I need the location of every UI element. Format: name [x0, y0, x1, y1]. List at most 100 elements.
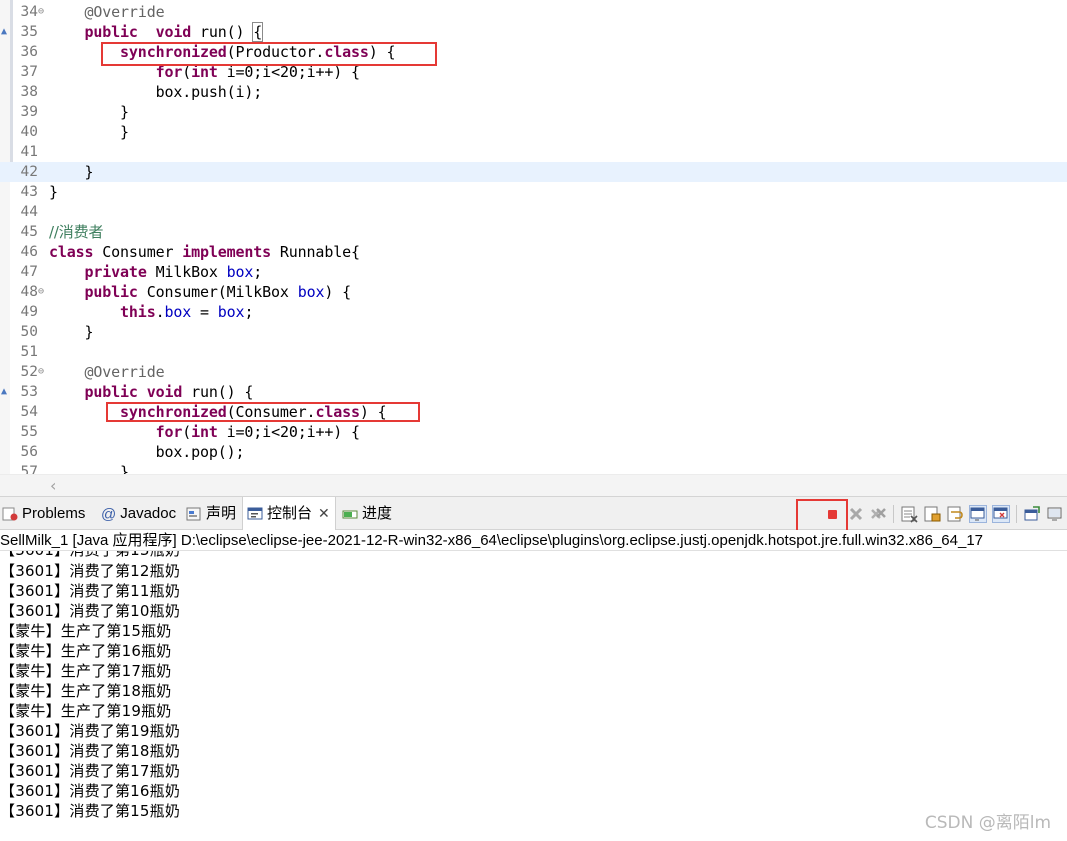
- pin-console-button[interactable]: [1023, 505, 1041, 523]
- code-line[interactable]: 42 }: [0, 162, 1067, 182]
- line-number: 49: [20, 304, 38, 320]
- console-line: 【3601】消费了第12瓶奶: [0, 562, 181, 580]
- console-line: 【蒙牛】生产了第18瓶奶: [0, 682, 172, 700]
- console-line: 【蒙牛】生产了第15瓶奶: [0, 622, 172, 640]
- tab-progress[interactable]: 进度: [342, 497, 392, 530]
- code-line[interactable]: 57 }: [0, 462, 1067, 474]
- code-line[interactable]: 40 }: [0, 122, 1067, 142]
- tab-javadoc[interactable]: @ Javadoc: [101, 497, 176, 530]
- code-line[interactable]: 53 ▲ public void run() {: [0, 382, 1067, 402]
- tab-label: Javadoc: [120, 505, 177, 522]
- code-line[interactable]: 50 }: [0, 322, 1067, 342]
- console-stdout-icon: [970, 507, 985, 521]
- remove-launch-button[interactable]: [847, 505, 865, 523]
- code-editor[interactable]: 34 ⊖ @Override 35 ▲ public void run() {36 s…: [0, 0, 1067, 474]
- code-text: }: [49, 183, 58, 201]
- code-line[interactable]: 41: [0, 142, 1067, 162]
- remove-all-terminated-button[interactable]: [869, 505, 887, 523]
- line-number: 39: [20, 104, 38, 120]
- line-number: 51: [20, 344, 38, 360]
- line-number: 40: [20, 124, 38, 140]
- line-number: 43: [20, 184, 38, 200]
- console-stderr-icon: [993, 507, 1008, 519]
- console-output[interactable]: SellMilk_1 [Java 应用程序] D:\eclipse\eclips…: [0, 530, 1067, 841]
- code-line[interactable]: 34 ⊖ @Override: [0, 2, 1067, 22]
- code-line[interactable]: 49 this.box = box;: [0, 302, 1067, 322]
- scroll-lock-button[interactable]: [923, 505, 941, 523]
- code-line[interactable]: 47 private MilkBox box;: [0, 262, 1067, 282]
- code-line[interactable]: 55 for(int i=0;i<20;i++) {: [0, 422, 1067, 442]
- remove-icon: [849, 507, 863, 521]
- code-line[interactable]: 52 ⊖ @Override: [0, 362, 1067, 382]
- line-number: 35: [20, 24, 38, 40]
- code-line[interactable]: 37 for(int i=0;i<20;i++) {: [0, 62, 1067, 82]
- horizontal-scrollbar[interactable]: ‹: [0, 474, 1067, 496]
- scroll-lock-icon: [924, 506, 941, 522]
- problems-icon: [2, 507, 18, 521]
- line-number: 46: [20, 244, 38, 260]
- line-number: 54: [20, 404, 38, 420]
- console-line: 【3601】消费了第19瓶奶: [0, 722, 181, 740]
- code-line[interactable]: 38 box.push(i);: [0, 82, 1067, 102]
- console-line: 【3601】消费了第16瓶奶: [0, 782, 181, 800]
- tab-label: 控制台: [267, 505, 313, 522]
- display-console-icon: [1047, 507, 1062, 521]
- fold-toggle-icon[interactable]: ⊖: [38, 282, 48, 302]
- code-text: }: [49, 103, 129, 121]
- console-tab-bar: Problems @ Javadoc 声明 控制台 ✕ 进度: [0, 496, 1067, 535]
- progress-icon: [342, 510, 358, 519]
- terminate-button[interactable]: [823, 505, 841, 523]
- code-text: class Consumer implements Runnable{: [49, 243, 360, 261]
- show-console-stdout-button[interactable]: [969, 505, 987, 523]
- code-text: //消费者: [49, 223, 104, 241]
- code-line[interactable]: 48 ⊖ public Consumer(MilkBox box) {: [0, 282, 1067, 302]
- code-line[interactable]: 43}: [0, 182, 1067, 202]
- console-line: 【3601】消费了第17瓶奶: [0, 762, 181, 780]
- line-number: 34: [20, 4, 38, 20]
- console-line: 【3601】消费了第10瓶奶: [0, 602, 181, 620]
- code-line[interactable]: 46 class Consumer implements Runnable{: [0, 242, 1067, 262]
- line-number: 38: [20, 84, 38, 100]
- code-line[interactable]: 39 }: [0, 102, 1067, 122]
- tab-console[interactable]: 控制台 ✕: [242, 497, 336, 530]
- clear-console-button[interactable]: [900, 505, 918, 523]
- code-line[interactable]: 54 synchronized(Consumer.class) {: [0, 402, 1067, 422]
- code-text: @Override: [84, 363, 165, 381]
- code-text: }: [49, 323, 94, 341]
- code-text: for(int i=0;i<20;i++) {: [155, 63, 360, 81]
- toolbar-separator: [893, 505, 894, 523]
- console-line: 【3601】消费了第15瓶奶: [0, 802, 181, 820]
- console-line: 【3601】消费了第11瓶奶: [0, 582, 181, 600]
- code-line[interactable]: 36 synchronized(Productor.class) {: [0, 42, 1067, 62]
- code-text: private MilkBox box;: [84, 263, 263, 281]
- word-wrap-button[interactable]: [946, 505, 964, 523]
- display-selected-console-button[interactable]: [1046, 505, 1064, 523]
- console-icon: [247, 507, 263, 520]
- code-text: this.box = box;: [120, 303, 254, 321]
- line-number: 48: [20, 284, 38, 300]
- line-number: 36: [20, 44, 38, 60]
- close-icon[interactable]: ✕: [318, 505, 330, 521]
- tab-label: Problems: [22, 505, 86, 522]
- code-line[interactable]: 45 //消费者: [0, 222, 1067, 242]
- code-text: box.push(i);: [49, 83, 263, 101]
- code-line[interactable]: 51: [0, 342, 1067, 362]
- code-text: public void run() {: [84, 22, 264, 42]
- stop-icon: [828, 510, 837, 519]
- line-number: 52: [20, 364, 38, 380]
- tab-problems[interactable]: Problems: [0, 497, 85, 530]
- show-console-stderr-button[interactable]: [992, 505, 1010, 523]
- tab-declaration[interactable]: 声明: [186, 497, 236, 530]
- code-line[interactable]: 35 ▲ public void run() {: [0, 22, 1067, 42]
- line-number: 53: [20, 384, 38, 400]
- code-line[interactable]: 44: [0, 202, 1067, 222]
- fold-toggle-icon[interactable]: ⊖: [38, 362, 48, 382]
- console-line: 【3601】消费了第18瓶奶: [0, 742, 181, 760]
- clear-console-icon: [901, 506, 918, 523]
- fold-toggle-icon[interactable]: ⊖: [38, 2, 48, 22]
- code-line[interactable]: 56 box.pop();: [0, 442, 1067, 462]
- code-text: synchronized(Productor.class) {: [120, 43, 396, 61]
- code-text: public void run() {: [84, 383, 254, 401]
- scroll-left-icon[interactable]: ‹: [50, 476, 56, 495]
- console-line: 【蒙牛】生产了第19瓶奶: [0, 702, 172, 720]
